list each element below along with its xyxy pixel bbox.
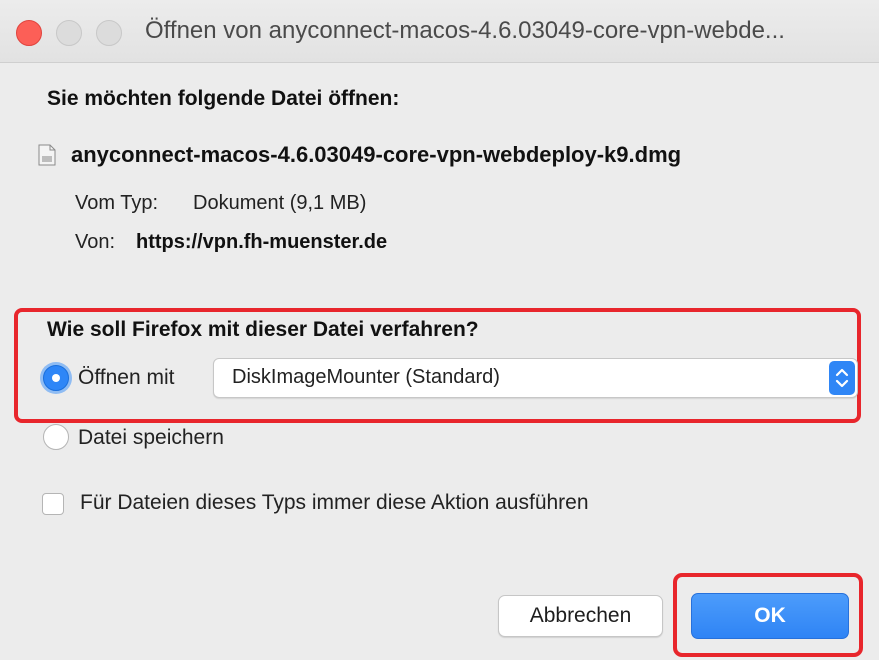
always-do-this-checkbox[interactable] — [42, 493, 64, 515]
from-value: https://vpn.fh-muenster.de — [136, 231, 388, 253]
window-title: Öffnen von anyconnect-macos-4.6.03049-co… — [145, 17, 785, 44]
type-value: Dokument (9,1 MB) — [193, 192, 367, 214]
type-label: Vom Typ: — [75, 192, 159, 214]
open-with-label[interactable]: Öffnen mit — [78, 366, 175, 390]
close-window-button[interactable] — [16, 20, 42, 46]
open-with-radio[interactable] — [43, 365, 69, 391]
dialog-heading: Sie möchten folgende Datei öffnen: — [47, 87, 400, 110]
dialog-content: Sie möchten folgende Datei öffnen: anyco… — [0, 63, 879, 660]
document-icon — [38, 144, 56, 166]
application-select[interactable]: DiskImageMounter (Standard) — [213, 358, 858, 398]
always-do-this-label[interactable]: Für Dateien dieses Typs immer diese Akti… — [80, 491, 589, 515]
title-bar: Öffnen von anyconnect-macos-4.6.03049-co… — [0, 0, 879, 63]
minimize-window-button[interactable] — [56, 20, 82, 46]
file-name: anyconnect-macos-4.6.03049-core-vpn-webd… — [71, 142, 682, 167]
from-label: Von: — [75, 231, 116, 253]
ok-button[interactable]: OK — [691, 593, 849, 639]
action-question: Wie soll Firefox mit dieser Datei verfah… — [47, 318, 479, 341]
select-stepper-icon — [829, 361, 855, 395]
zoom-window-button[interactable] — [96, 20, 122, 46]
cancel-button[interactable]: Abbrechen — [498, 595, 663, 637]
save-file-label[interactable]: Datei speichern — [78, 426, 224, 450]
save-file-radio[interactable] — [43, 424, 69, 450]
application-select-value: DiskImageMounter (Standard) — [232, 366, 500, 388]
chevron-up-down-icon — [835, 368, 849, 388]
